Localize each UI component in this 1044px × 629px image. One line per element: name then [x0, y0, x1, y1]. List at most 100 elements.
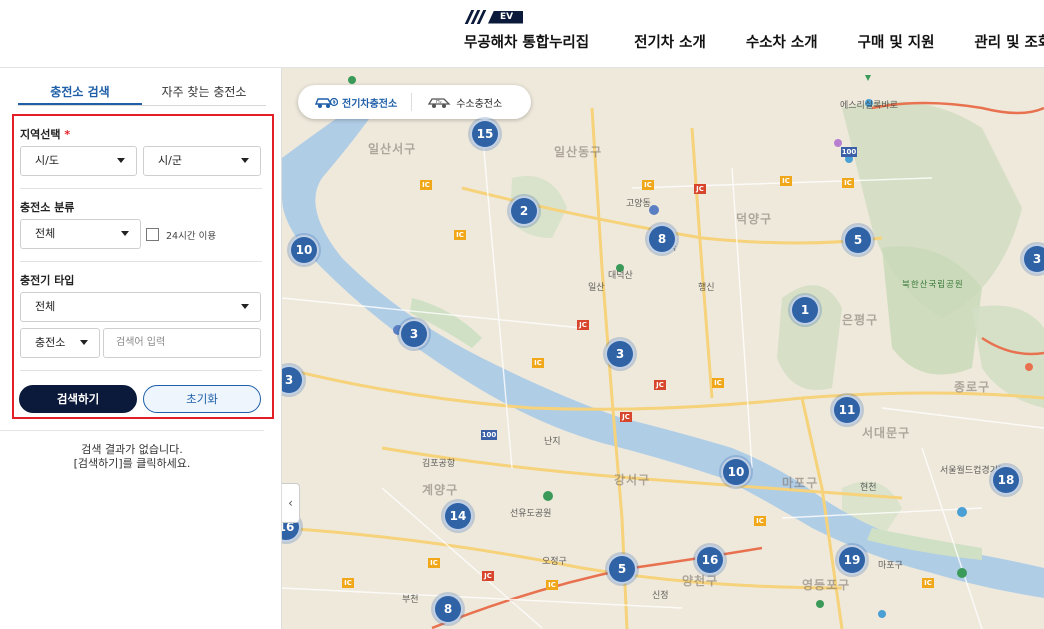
station-cluster[interactable]: 19 — [837, 545, 867, 575]
map-ic-marker: IC — [842, 178, 854, 188]
map-label: 김포공항 — [422, 459, 456, 469]
station-cluster[interactable]: 10 — [721, 457, 751, 487]
section-divider — [20, 370, 262, 371]
sidebar-tabs: 충전소 검색 자주 찾는 충전소 — [18, 82, 266, 106]
24h-checkbox-label: 24시간 이용 — [166, 231, 217, 242]
chevron-down-icon — [117, 158, 125, 163]
nav-item-manage-lookup[interactable]: 관리 및 조회 — [974, 31, 1044, 52]
collapse-sidebar-button[interactable]: ‹ — [282, 483, 300, 523]
station-cluster[interactable]: 8 — [647, 224, 677, 254]
map-place-label: 계양구 — [422, 483, 459, 497]
station-cluster[interactable]: 8 — [433, 594, 463, 624]
sido-select[interactable]: 시/도 — [20, 146, 137, 176]
search-button[interactable]: 검색하기 — [19, 385, 137, 413]
tab-ev-stations-label: 전기차충전소 — [342, 98, 398, 110]
svg-text:H₂: H₂ — [436, 99, 442, 105]
charger-type-label: 충전기 타입 — [20, 274, 75, 287]
search-filter-panel: 지역선택 * 시/도 시/군 충전소 분류 전체 24시간 이용 충전기 타입 … — [12, 114, 274, 419]
result-line-2: [검색하기]를 클릭하세요. — [73, 457, 191, 470]
reset-button[interactable]: 초기화 — [143, 385, 261, 413]
section-divider — [20, 188, 262, 189]
map-type-toggle: 전기차충전소 H₂ 수소충전소 — [298, 85, 531, 119]
category-select[interactable]: 전체 — [20, 219, 141, 249]
map-ic-marker: IC — [454, 230, 466, 240]
map-jc-marker: JC — [577, 320, 589, 330]
search-type-select[interactable]: 충전소 — [20, 328, 100, 358]
map-ic-marker: IC — [420, 180, 432, 190]
map-label: 오정구 — [542, 557, 567, 567]
map-ic-marker: IC — [712, 378, 724, 388]
map-place-label: 영등포구 — [802, 578, 851, 592]
nav-item-home[interactable]: 무공해차 통합누리집 — [464, 31, 589, 52]
map-place-label: 은평구 — [842, 313, 879, 327]
station-cluster[interactable]: 15 — [470, 119, 500, 149]
tab-favorite-stations[interactable]: 자주 찾는 충전소 — [142, 82, 266, 105]
map-jc-marker: JC — [694, 184, 706, 194]
main-nav: 무공해차 통합누리집 전기차 소개 수소차 소개 구매 및 지원 관리 및 조회 — [464, 31, 1044, 52]
region-label-text: 지역선택 — [20, 128, 61, 141]
search-sidebar: 충전소 검색 자주 찾는 충전소 지역선택 * 시/도 시/군 충전소 분류 전… — [0, 68, 282, 629]
search-type-select-value: 충전소 — [35, 336, 66, 349]
sigun-select[interactable]: 시/군 — [143, 146, 261, 176]
station-cluster[interactable]: 5 — [607, 554, 637, 584]
logo-slashes-icon — [464, 10, 487, 24]
station-cluster[interactable]: 18 — [991, 465, 1021, 495]
station-cluster[interactable]: 11 — [832, 395, 862, 425]
map-ic-marker: IC — [342, 578, 354, 588]
nav-item-ev-intro[interactable]: 전기차 소개 — [634, 31, 706, 52]
nav-item-purchase-support[interactable]: 구매 및 지원 — [858, 31, 935, 52]
station-cluster[interactable]: 2 — [509, 196, 539, 226]
map-ic-marker: IC — [754, 516, 766, 526]
site-logo[interactable]: EV — [464, 10, 524, 24]
station-cluster[interactable]: 5 — [843, 225, 873, 255]
map-place-label: 종로구 — [954, 380, 991, 394]
map-ic-marker: IC — [780, 176, 792, 186]
map-ic-marker: IC — [642, 180, 654, 190]
tab-ev-stations[interactable]: 전기차충전소 — [298, 85, 397, 119]
tab-station-search[interactable]: 충전소 검색 — [18, 82, 142, 105]
site-header: EV 무공해차 통합누리집 전기차 소개 수소차 소개 구매 및 지원 관리 및… — [0, 0, 1044, 68]
station-cluster[interactable]: 16 — [695, 545, 725, 575]
map-label: 행신 — [698, 283, 715, 293]
map-label: 북한산국립공원 — [902, 280, 964, 290]
map-place-label: 일산동구 — [554, 145, 603, 159]
map-place-label: 서대문구 — [862, 426, 911, 440]
map-ic-marker: IC — [546, 580, 558, 590]
map-label: 난지 — [544, 437, 561, 447]
station-cluster[interactable]: 3 — [605, 339, 635, 369]
station-cluster[interactable]: 3 — [1022, 244, 1044, 274]
charging-station-map[interactable]: 일산서구 일산동구 덕양구 은평구 고양동 서대문구 강서구 계양구 양천구 영… — [282, 68, 1044, 629]
hydrogen-car-icon: H₂ — [428, 98, 451, 108]
logo-ev-badge: EV — [488, 10, 524, 24]
station-cluster[interactable]: 14 — [443, 501, 473, 531]
map-ic-marker: IC — [922, 578, 934, 588]
station-cluster[interactable]: 1 — [790, 295, 820, 325]
map-place-label: 고양동 — [626, 199, 651, 209]
section-divider — [20, 261, 262, 262]
ev-car-icon — [314, 97, 338, 108]
chevron-down-icon — [241, 304, 249, 309]
chevron-down-icon — [241, 158, 249, 163]
result-line-1: 검색 결과가 없습니다. — [81, 443, 183, 456]
category-label: 충전소 분류 — [20, 201, 75, 214]
station-cluster[interactable]: 3 — [399, 319, 429, 349]
map-place-label: 마포구 — [878, 561, 903, 571]
map-label: 일산 — [588, 283, 605, 293]
map-ic-marker: IC — [428, 558, 440, 568]
24h-checkbox[interactable] — [146, 228, 159, 241]
map-jc-marker: JC — [482, 571, 494, 581]
sido-select-value: 시/도 — [35, 154, 59, 167]
station-cluster[interactable]: 10 — [289, 235, 319, 265]
region-label: 지역선택 * — [20, 126, 70, 142]
search-input[interactable]: 검색어 입력 — [103, 328, 261, 358]
search-result-message: 검색 결과가 없습니다. [검색하기]를 클릭하세요. — [0, 430, 264, 471]
charger-type-select[interactable]: 전체 — [20, 292, 261, 322]
map-jc-marker: JC — [654, 380, 666, 390]
sigun-select-value: 시/군 — [158, 154, 182, 167]
map-ic-marker: IC — [532, 358, 544, 368]
map-route-shield: 100 — [481, 430, 497, 440]
chevron-left-icon: ‹ — [288, 496, 293, 510]
tab-hydrogen-stations[interactable]: H₂ 수소충전소 — [411, 93, 502, 111]
nav-item-hydrogen-intro[interactable]: 수소차 소개 — [746, 31, 818, 52]
map-label: 부천 — [402, 595, 419, 605]
